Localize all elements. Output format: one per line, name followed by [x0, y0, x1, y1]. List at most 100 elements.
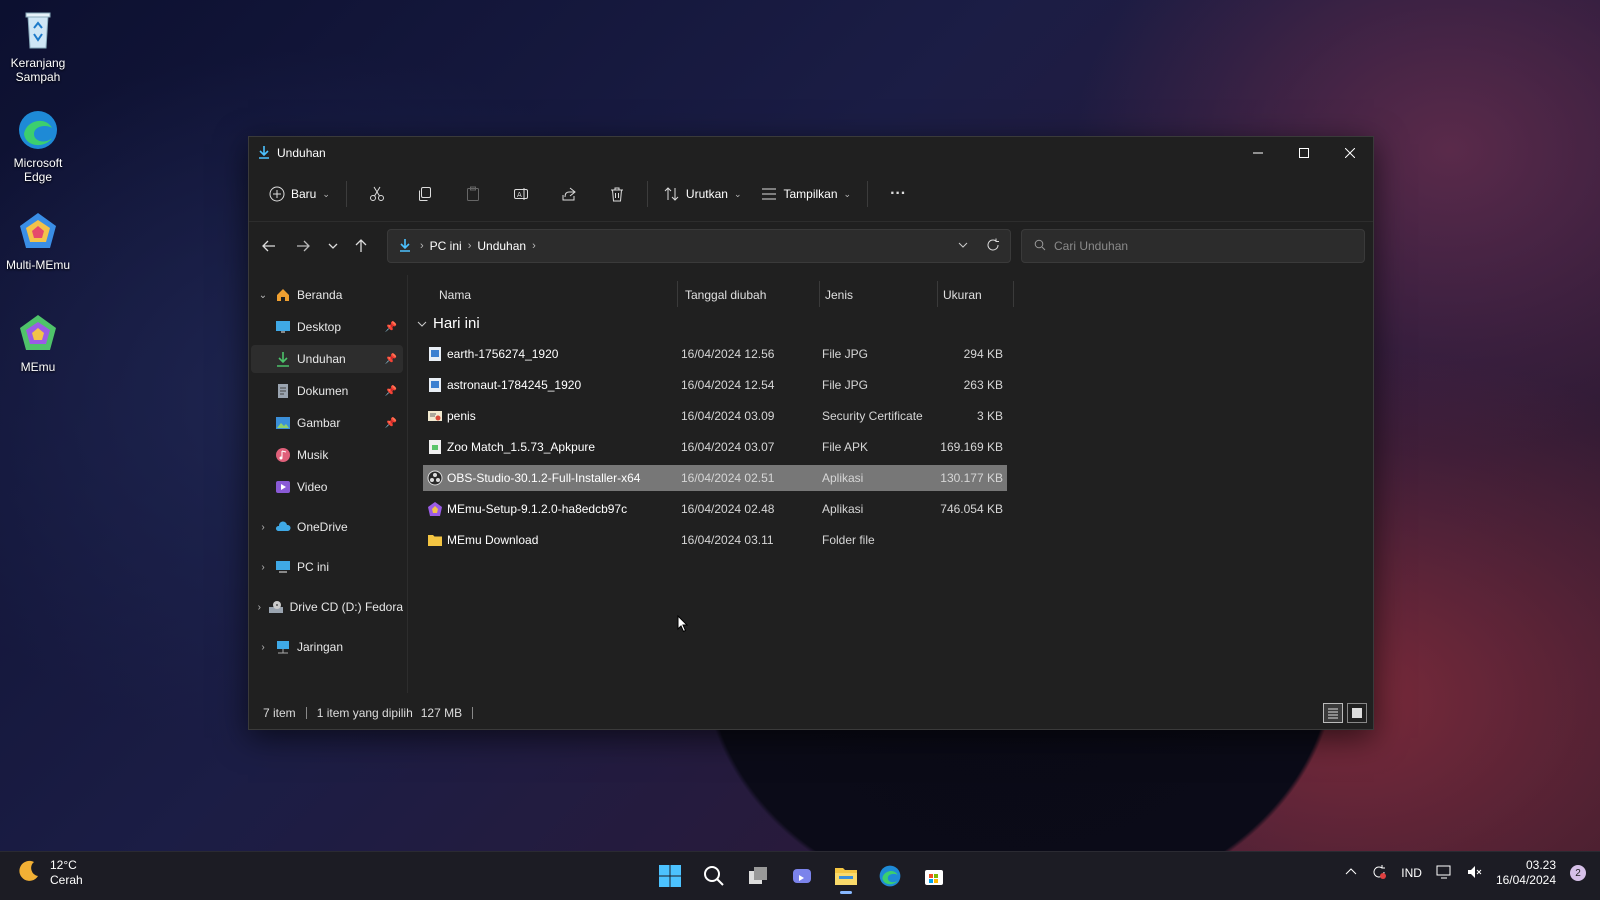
breadcrumb-downloads[interactable]: Unduhan: [477, 239, 526, 253]
store-button[interactable]: [916, 858, 952, 894]
expand-chevron-icon[interactable]: ⌄: [255, 290, 271, 301]
sidebar-item-home[interactable]: ⌄ Beranda: [251, 281, 403, 309]
search-button[interactable]: [696, 858, 732, 894]
language-indicator[interactable]: IND: [1401, 866, 1422, 880]
share-button[interactable]: [545, 178, 593, 210]
column-separator[interactable]: [937, 281, 938, 307]
notification-badge[interactable]: 2: [1570, 865, 1586, 881]
volume-muted-icon[interactable]: [1466, 864, 1482, 883]
search-box[interactable]: Cari Unduhan: [1021, 229, 1365, 263]
clock[interactable]: 03.23 16/04/2024: [1496, 858, 1556, 888]
file-row[interactable]: Zoo Match_1.5.73_Apkpure 16/04/2024 03.0…: [423, 434, 1007, 460]
apk-file-icon: [427, 439, 443, 455]
sync-icon[interactable]: [1371, 864, 1387, 883]
file-row[interactable]: earth-1756274_1920 16/04/2024 12.56 File…: [423, 341, 1007, 367]
desktop-icon-label: MEmu: [20, 360, 56, 374]
title-bar[interactable]: Unduhan: [249, 137, 1373, 169]
copy-button[interactable]: [401, 178, 449, 210]
column-separator[interactable]: [1013, 281, 1014, 307]
edge-icon: [879, 865, 901, 887]
sort-button[interactable]: Urutkan ⌄: [654, 178, 752, 210]
more-options-button[interactable]: ···: [874, 178, 922, 210]
store-icon: [925, 870, 943, 885]
command-bar: Baru ⌄ A Urutkan ⌄ Tampilkan ⌄ ···: [249, 175, 1373, 213]
sidebar-item-this-pc[interactable]: › PC ini: [251, 553, 403, 581]
sidebar-item-downloads[interactable]: Unduhan 📌: [251, 345, 403, 373]
expand-chevron-icon[interactable]: ›: [255, 562, 271, 573]
column-header-name[interactable]: Nama: [439, 281, 471, 309]
refresh-button[interactable]: [986, 238, 1000, 255]
address-history-button[interactable]: [958, 239, 968, 253]
file-row[interactable]: penis 16/04/2024 03.09 Security Certific…: [423, 403, 1007, 429]
search-input[interactable]: Cari Unduhan: [1054, 239, 1128, 253]
file-date: 16/04/2024 03.11: [681, 533, 774, 547]
file-row-selected[interactable]: OBS-Studio-30.1.2-Full-Installer-x64 16/…: [423, 465, 1007, 491]
trash-icon: [610, 187, 623, 202]
sidebar-item-onedrive[interactable]: › OneDrive: [251, 513, 403, 541]
cut-button[interactable]: [353, 178, 401, 210]
file-explorer-taskbar-button[interactable]: [828, 858, 864, 894]
file-name: astronaut-1784245_1920: [447, 378, 582, 392]
column-header-size[interactable]: Ukuran: [943, 281, 982, 309]
sidebar-item-videos[interactable]: Video: [251, 473, 403, 501]
new-button-label: Baru: [291, 187, 317, 201]
file-date: 16/04/2024 12.54: [681, 378, 775, 392]
minimize-button[interactable]: [1235, 137, 1281, 169]
desktop-icon-recycle-bin[interactable]: Keranjang Sampah: [2, 8, 74, 84]
new-button[interactable]: Baru ⌄: [259, 178, 340, 210]
edge-taskbar-button[interactable]: [872, 858, 908, 894]
desktop-icon-memu[interactable]: MEmu: [2, 312, 74, 374]
file-row[interactable]: MEmu-Setup-9.1.2.0-ha8edcb97c 16/04/2024…: [423, 496, 1007, 522]
file-row[interactable]: MEmu Download 16/04/2024 03.11 Folder fi…: [423, 527, 1007, 553]
sidebar-item-desktop[interactable]: Desktop 📌: [251, 313, 403, 341]
desktop-icon-edge[interactable]: Microsoft Edge: [2, 108, 74, 184]
weather-widget[interactable]: 12°C Cerah: [16, 858, 83, 888]
group-header[interactable]: Hari ini: [417, 315, 480, 332]
back-button[interactable]: [255, 233, 283, 259]
maximize-button[interactable]: [1281, 137, 1327, 169]
paste-button[interactable]: [449, 178, 497, 210]
tiles-view-button[interactable]: [1347, 703, 1367, 723]
sidebar-item-cd-drive[interactable]: › Drive CD (D:) Fedora: [251, 593, 403, 621]
recent-locations-button[interactable]: [319, 233, 347, 259]
start-button[interactable]: [652, 858, 688, 894]
show-hidden-icons-button[interactable]: [1345, 866, 1357, 881]
close-button[interactable]: [1327, 137, 1373, 169]
desktop-icon-multi-memu[interactable]: Multi-MEmu: [2, 210, 74, 272]
forward-button[interactable]: [289, 233, 317, 259]
chat-button[interactable]: [784, 858, 820, 894]
up-button[interactable]: [347, 233, 375, 259]
details-view-button[interactable]: [1323, 703, 1343, 723]
sidebar-item-documents[interactable]: Dokumen 📌: [251, 377, 403, 405]
column-header-type[interactable]: Jenis: [825, 281, 853, 309]
view-button-label: Tampilkan: [783, 187, 838, 201]
file-row[interactable]: astronaut-1784245_1920 16/04/2024 12.54 …: [423, 372, 1007, 398]
task-view-button[interactable]: [740, 858, 776, 894]
column-header-date[interactable]: Tanggal diubah: [685, 281, 766, 309]
chevron-right-icon: ›: [467, 240, 472, 252]
file-size: 263 KB: [963, 378, 1003, 392]
column-separator[interactable]: [819, 281, 820, 307]
picture-icon: [275, 415, 291, 431]
column-separator[interactable]: [677, 281, 678, 307]
view-button[interactable]: Tampilkan ⌄: [751, 178, 861, 210]
taskbar: 12°C Cerah IND 03.23 16/04/2024 2: [0, 851, 1600, 900]
home-icon: [275, 287, 291, 303]
expand-chevron-icon[interactable]: ›: [255, 522, 271, 533]
sidebar-item-music[interactable]: Musik: [251, 441, 403, 469]
sidebar-item-pictures[interactable]: Gambar 📌: [251, 409, 403, 437]
address-bar[interactable]: › PC ini › Unduhan ›: [387, 229, 1011, 263]
network-status-icon[interactable]: [1436, 864, 1452, 883]
toolbar-separator: [646, 181, 648, 207]
delete-button[interactable]: [593, 178, 641, 210]
file-type: File JPG: [822, 378, 869, 392]
pin-icon: 📌: [384, 321, 397, 333]
expand-chevron-icon[interactable]: ›: [255, 642, 271, 653]
arrow-right-icon: [297, 240, 310, 252]
sidebar-item-network[interactable]: › Jaringan: [251, 633, 403, 661]
sidebar-item-label: PC ini: [297, 560, 330, 574]
breadcrumb-pc[interactable]: PC ini: [430, 239, 462, 253]
expand-chevron-icon[interactable]: ›: [255, 602, 264, 613]
toolbar-separator: [867, 181, 869, 207]
rename-button[interactable]: A: [497, 178, 545, 210]
